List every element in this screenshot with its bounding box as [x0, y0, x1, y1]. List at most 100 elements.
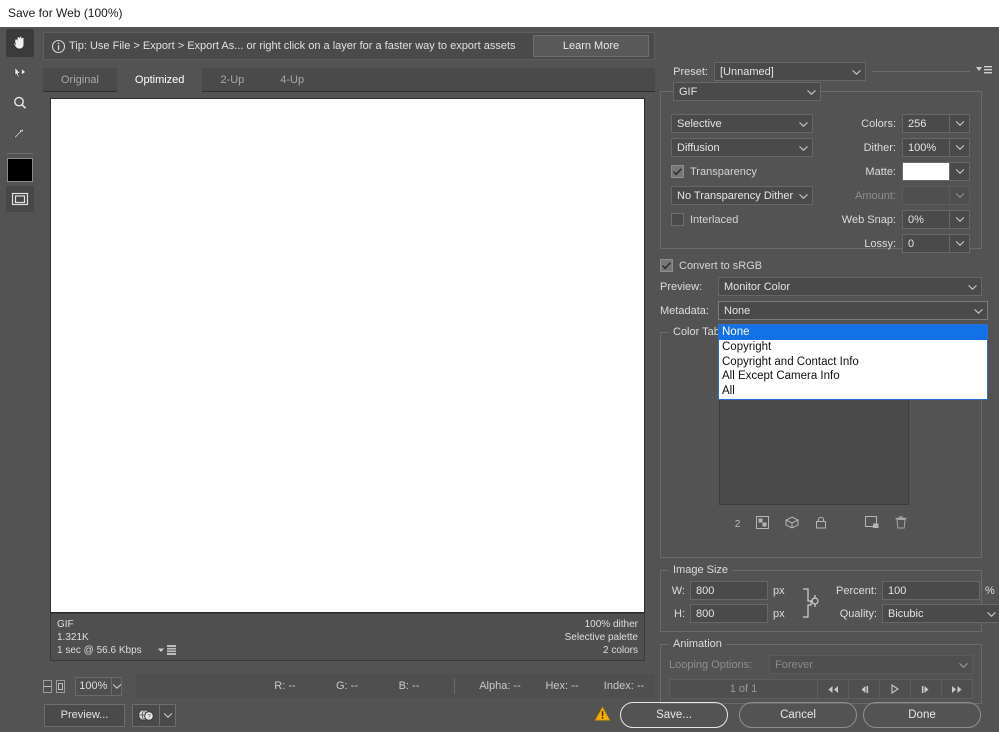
transparency-row[interactable]: Transparency — [671, 162, 820, 181]
percent-unit: % — [985, 585, 999, 597]
web-shift-icon[interactable] — [785, 516, 799, 532]
colors-chevron-down-icon[interactable] — [950, 114, 970, 133]
file-format-select[interactable]: GIF — [673, 82, 821, 101]
preview-select[interactable]: Monitor Color — [718, 277, 982, 296]
width-input[interactable]: 800 — [690, 581, 768, 600]
tab-2-up[interactable]: 2-Up — [202, 68, 262, 92]
tab-optimized[interactable]: Optimized — [117, 68, 203, 92]
first-frame-button[interactable] — [817, 680, 848, 698]
tab-4-up[interactable]: 4-Up — [262, 68, 322, 92]
done-button[interactable]: Done — [863, 702, 981, 728]
preview-button[interactable]: Preview... — [44, 704, 125, 727]
metadata-option-copyright-and-contact-info[interactable]: Copyright and Contact Info — [719, 355, 987, 370]
metadata-select[interactable]: None — [718, 301, 988, 320]
dither-chevron-down-icon[interactable] — [950, 138, 970, 157]
select-preview-mode-icon[interactable] — [43, 680, 52, 693]
colors-input[interactable]: 256 — [902, 114, 950, 133]
interlaced-checkbox[interactable] — [671, 213, 684, 226]
web-snap-input[interactable]: 0% — [902, 210, 950, 229]
height-row: H: 800 px — [669, 604, 795, 623]
matte-label: Matte: — [820, 166, 896, 178]
metadata-option-all-except-camera-info[interactable]: All Except Camera Info — [719, 369, 987, 384]
metadata-dropdown-menu[interactable]: None Copyright Copyright and Contact Inf… — [718, 324, 988, 400]
lossy-input[interactable]: 0 — [902, 234, 950, 253]
zoom-tool[interactable] — [6, 89, 34, 117]
transparency-dither-select[interactable]: No Transparency Dither — [671, 186, 813, 205]
dither-input[interactable]: 100% — [902, 138, 950, 157]
last-frame-button[interactable] — [941, 680, 972, 698]
cancel-button[interactable]: Cancel — [739, 702, 857, 728]
amount-row: Amount: — [820, 186, 971, 205]
metadata-option-copyright[interactable]: Copyright — [719, 340, 987, 355]
fit-on-screen-icon[interactable] — [56, 680, 65, 693]
quality-label: Quality: — [825, 608, 877, 620]
transparency-checkbox[interactable] — [671, 165, 684, 178]
slice-select-tool[interactable] — [6, 59, 34, 87]
learn-more-button[interactable]: Learn More — [533, 35, 649, 57]
tab-original[interactable]: Original — [43, 68, 117, 92]
panel-menu-icon[interactable] — [976, 65, 992, 79]
quality-select[interactable]: Bicubic — [882, 604, 999, 623]
browser-preview-chevron-down-icon[interactable] — [160, 704, 176, 727]
lossy-label: Lossy: — [820, 238, 896, 250]
colors-label: Colors: — [820, 118, 896, 130]
chevron-down-icon — [968, 278, 977, 297]
info-format: GIF — [57, 618, 176, 631]
zoom-level-chevron-down-icon[interactable] — [112, 677, 122, 696]
info-download-time: 1 sec @ 56.6 Kbps — [57, 645, 142, 656]
height-label: H: — [669, 608, 685, 620]
metadata-label: Metadata: — [660, 305, 712, 317]
metadata-option-none[interactable]: None — [719, 325, 987, 340]
file-format-value: GIF — [679, 86, 697, 98]
transparency-dither-value: No Transparency Dither — [677, 190, 793, 202]
warning-icon[interactable] — [594, 706, 611, 725]
transparency-icon[interactable] — [756, 516, 769, 532]
browser-preview-icon[interactable]: ? — [132, 704, 160, 727]
convert-srgb-row[interactable]: Convert to sRGB — [660, 259, 994, 272]
lossy-chevron-down-icon[interactable] — [950, 234, 970, 253]
web-snap-row: Web Snap: 0% — [820, 210, 971, 229]
lock-color-icon[interactable] — [815, 516, 827, 532]
readout-r: R: -- — [254, 680, 316, 692]
image-preview-canvas[interactable] — [50, 98, 645, 613]
delete-color-icon[interactable] — [895, 516, 907, 532]
previous-frame-button[interactable] — [848, 680, 879, 698]
play-button[interactable] — [879, 680, 910, 698]
color-table-toolbar: 2 — [661, 515, 981, 533]
web-snap-chevron-down-icon[interactable] — [950, 210, 970, 229]
new-color-icon[interactable] — [865, 516, 879, 532]
metadata-option-all[interactable]: All — [719, 384, 987, 399]
matte-color-swatch[interactable] — [902, 162, 950, 181]
interlaced-row[interactable]: Interlaced — [671, 210, 820, 229]
image-size-title: Image Size — [669, 564, 732, 576]
foreground-color-swatch[interactable] — [7, 158, 33, 182]
colors-row: Colors: 256 — [820, 114, 971, 133]
format-settings-group: GIF Selective Diffusion — [660, 91, 982, 249]
tip-bar: Tip: Use File > Export > Export As... or… — [43, 32, 655, 60]
readout-divider — [454, 678, 455, 694]
preview-value: Monitor Color — [724, 281, 790, 293]
zoom-level-input[interactable]: 100% — [75, 677, 113, 696]
preset-label: Preset: — [660, 66, 708, 78]
constrain-proportions-icon[interactable] — [799, 586, 821, 623]
save-button[interactable]: Save... — [620, 702, 728, 728]
chevron-down-icon — [852, 63, 861, 82]
convert-srgb-checkbox[interactable] — [660, 259, 673, 272]
percent-input[interactable]: 100 — [882, 581, 980, 600]
looping-select: Forever — [769, 655, 973, 674]
preset-select[interactable]: [Unnamed] — [714, 62, 866, 81]
animation-group: Animation Looping Options: Forever 1 of … — [660, 644, 982, 704]
eyedropper-tool[interactable] — [6, 119, 34, 147]
matte-chevron-down-icon[interactable] — [950, 162, 970, 181]
height-input[interactable]: 800 — [690, 604, 768, 623]
dither-algorithm-select[interactable]: Diffusion — [671, 138, 813, 157]
info-dither: 100% dither — [565, 618, 638, 631]
chevron-down-icon — [959, 656, 968, 675]
interlaced-label: Interlaced — [690, 214, 738, 226]
hand-tool[interactable] — [6, 29, 34, 57]
next-frame-button[interactable] — [910, 680, 941, 698]
toggle-slices-icon[interactable] — [6, 186, 34, 212]
color-reduction-select[interactable]: Selective — [671, 114, 813, 133]
download-rate-flyout-icon[interactable] — [158, 645, 176, 655]
animation-transport: 1 of 1 — [669, 679, 973, 699]
